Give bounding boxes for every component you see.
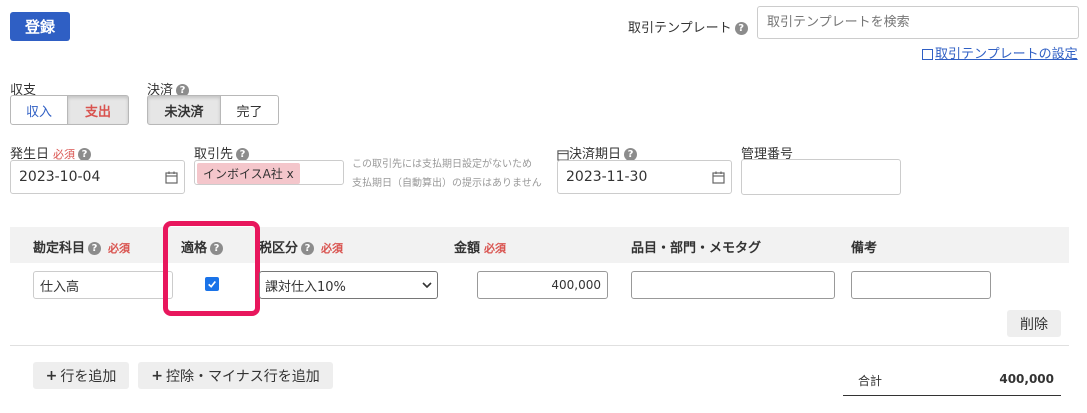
unsettled-option[interactable]: 未決済 xyxy=(147,95,221,125)
account-value: 仕入高 xyxy=(40,279,80,295)
check-icon xyxy=(208,280,216,288)
partner-input[interactable]: インボイスA社 x xyxy=(194,160,344,185)
remarks-header: 備考 xyxy=(851,241,878,256)
template-search-input[interactable] xyxy=(757,6,1079,39)
required-badge: 必須 xyxy=(321,242,344,255)
template-settings-link-wrap[interactable]: 取引テンプレートの設定 xyxy=(922,43,1078,62)
remarks-field[interactable] xyxy=(851,271,991,299)
account-field[interactable]: 仕入高 xyxy=(33,271,173,299)
qualified-checkbox[interactable] xyxy=(205,277,219,291)
tax-select[interactable]: 課対仕入10% xyxy=(259,271,438,299)
partner-note-line1: この取引先には支払期日設定がないため xyxy=(352,159,532,170)
divider xyxy=(10,345,1069,346)
total-label: 合計 xyxy=(858,374,883,388)
add-deduction-row-button[interactable]: + 控除・マイナス行を追加 xyxy=(138,362,333,389)
management-number-input[interactable] xyxy=(741,159,901,195)
help-icon[interactable]: ? xyxy=(734,22,748,35)
amount-value: 400,000 xyxy=(551,278,601,292)
required-badge: 必須 xyxy=(108,242,131,255)
total-underline xyxy=(843,395,1061,396)
issue-date-input[interactable]: 2023-10-04 xyxy=(10,160,185,194)
calendar-icon[interactable] xyxy=(712,171,725,184)
delete-row-button[interactable]: 削除 xyxy=(1007,310,1061,337)
add-row-button[interactable]: + 行を追加 xyxy=(33,362,129,389)
issue-date-value: 2023-10-04 xyxy=(19,169,101,185)
help-icon[interactable]: ? xyxy=(88,242,102,255)
account-header: 勘定科目? 必須 xyxy=(33,237,130,256)
add-row-label: 行を追加 xyxy=(60,368,117,385)
plus-icon: + xyxy=(151,367,163,384)
calendar-icon[interactable] xyxy=(165,171,178,184)
template-label-wrap: 取引テンプレート? xyxy=(628,17,748,36)
expense-option[interactable]: 支出 xyxy=(67,95,129,125)
qualified-highlight xyxy=(163,221,260,316)
chevron-down-icon xyxy=(422,282,432,288)
items-field[interactable] xyxy=(631,271,835,299)
due-date-value: 2023-11-30 xyxy=(566,169,648,185)
tax-header-label: 税区分 xyxy=(259,241,299,256)
tax-header: 税区分? 必須 xyxy=(259,237,343,256)
required-badge: 必須 xyxy=(484,242,507,255)
partner-note-line2: 支払期日（自動算出）の提示はありません xyxy=(352,178,542,189)
due-date-input[interactable]: 2023-11-30 xyxy=(557,160,732,194)
template-label: 取引テンプレート xyxy=(628,21,732,36)
edit-icon xyxy=(922,49,933,60)
account-header-label: 勘定科目 xyxy=(33,241,86,256)
completed-option[interactable]: 完了 xyxy=(220,95,279,125)
amount-header-label: 金額 xyxy=(454,241,481,256)
amount-header: 金額 必須 xyxy=(454,237,506,256)
amount-field[interactable]: 400,000 xyxy=(477,271,608,299)
plus-icon: + xyxy=(45,367,58,384)
calendar-icon xyxy=(557,149,569,161)
template-settings-link[interactable]: 取引テンプレートの設定 xyxy=(935,47,1078,62)
items-header: 品目・部門・メモタグ xyxy=(631,241,762,256)
register-button[interactable]: 登録 xyxy=(10,12,70,41)
total-value: 400,000 xyxy=(999,372,1054,386)
tax-value: 課対仕入10% xyxy=(265,279,346,295)
partner-tag[interactable]: インボイスA社 x xyxy=(197,163,300,184)
add-deduction-label: 控除・マイナス行を追加 xyxy=(166,368,320,385)
income-option[interactable]: 収入 xyxy=(10,95,68,125)
help-icon[interactable]: ? xyxy=(301,242,315,255)
